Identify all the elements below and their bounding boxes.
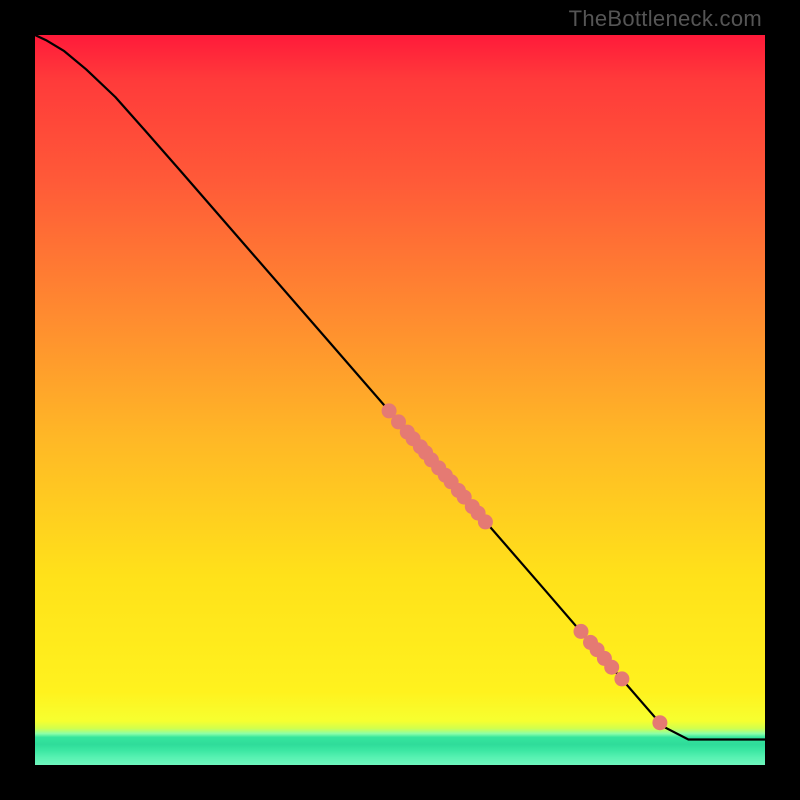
plot-area	[35, 35, 765, 765]
data-point	[614, 671, 629, 686]
trend-line	[35, 35, 765, 740]
data-point	[604, 660, 619, 675]
data-point	[652, 715, 667, 730]
data-point	[478, 514, 493, 529]
chart-svg	[35, 35, 765, 765]
chart-frame: TheBottleneck.com	[0, 0, 800, 800]
watermark-text: TheBottleneck.com	[569, 6, 762, 32]
